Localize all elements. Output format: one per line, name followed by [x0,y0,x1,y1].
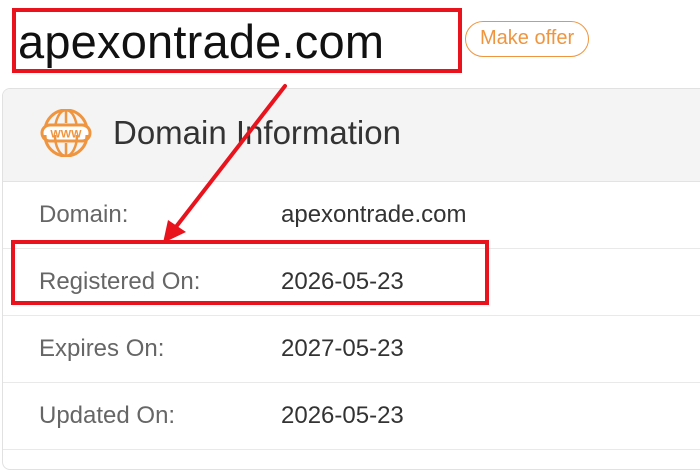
www-icon: WWW [40,109,92,157]
info-row-domain: Domain: apexontrade.com [3,182,700,249]
info-row-expires-on: Expires On: 2027-05-23 [3,316,700,383]
card-header: WWW Domain Information [3,89,700,182]
card-title: Domain Information [113,114,401,151]
row-label: Expires On: [39,335,165,362]
domain-info-rows: Domain: apexontrade.com Registered On: 2… [3,182,700,450]
info-row-updated-on: Updated On: 2026-05-23 [3,383,700,450]
row-label: Domain: [39,201,129,228]
domain-name-title: apexontrade.com [18,15,385,68]
make-offer-button[interactable]: Make offer [465,21,590,57]
row-value: 2027-05-23 [281,335,404,362]
info-row-registered-on: Registered On: 2026-05-23 [3,249,700,316]
row-value: apexontrade.com [281,201,467,228]
row-label: Registered On: [39,268,201,295]
row-value: 2026-05-23 [281,268,404,295]
row-label: Updated On: [39,402,176,429]
row-value: 2026-05-23 [281,402,404,429]
domain-information-card: WWW Domain Information Domain: apexontra… [2,88,700,470]
